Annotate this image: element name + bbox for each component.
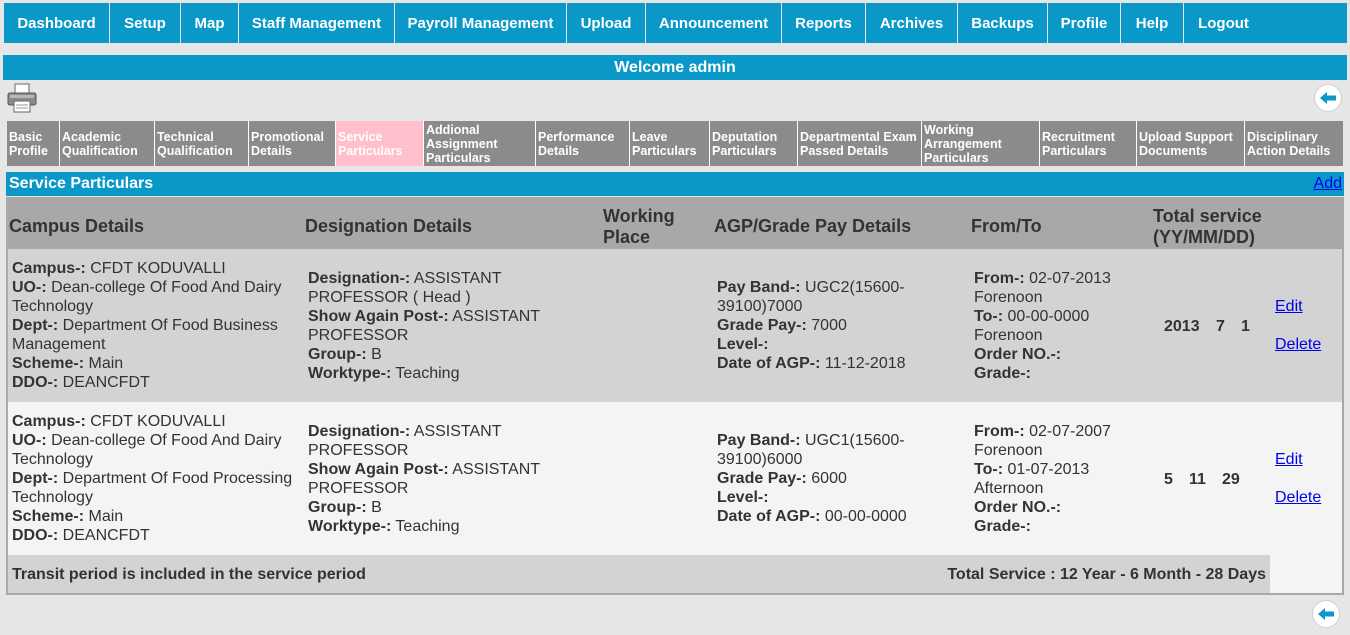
tab-departmental-exam[interactable]: Departmental Exam Passed Details — [798, 121, 922, 166]
delete-link[interactable]: Delete — [1275, 488, 1321, 507]
printer-icon[interactable] — [6, 83, 38, 113]
col-agp: AGP/Grade Pay Details — [714, 216, 912, 236]
tab-leave-particulars[interactable]: Leave Particulars — [630, 121, 710, 166]
nav-reports[interactable]: Reports — [782, 3, 866, 43]
col-from-to: From/To — [971, 216, 1042, 236]
nav-profile[interactable]: Profile — [1048, 3, 1121, 43]
profile-subtabs: Basic Profile Academic Qualification Tec… — [7, 121, 1343, 166]
service-months: 7 — [1216, 318, 1225, 335]
tab-basic-profile[interactable]: Basic Profile — [7, 121, 60, 166]
nav-help[interactable]: Help — [1121, 3, 1184, 43]
tab-technical-qualification[interactable]: Technical Qualification — [155, 121, 249, 166]
campus-details: Campus-: CFDT KODUVALLI UO-: Dean-colleg… — [12, 260, 282, 391]
table-footer: Transit period is included in the servic… — [8, 555, 1270, 593]
tab-disciplinary-action[interactable]: Disciplinary Action Details — [1245, 121, 1343, 166]
nav-payroll-management[interactable]: Payroll Management — [395, 3, 567, 43]
nav-archives[interactable]: Archives — [866, 3, 958, 43]
tab-service-particulars[interactable]: Service Particulars — [336, 121, 424, 166]
tab-academic-qualification[interactable]: Academic Qualification — [60, 121, 155, 166]
nav-logout[interactable]: Logout — [1184, 3, 1263, 43]
tab-additional-assignment[interactable]: Addional Assignment Particulars — [424, 121, 536, 166]
from-to-details: From-: 02-07-2013 Forenoon To-: 00-00-00… — [974, 270, 1111, 382]
transit-note: Transit period is included in the servic… — [12, 566, 366, 583]
service-years: 2013 — [1164, 318, 1200, 335]
tab-recruitment-particulars[interactable]: Recruitment Particulars — [1040, 121, 1137, 166]
delete-link[interactable]: Delete — [1275, 335, 1321, 354]
table-row: Campus-: CFDT KODUVALLI UO-: Dean-colleg… — [8, 402, 1342, 555]
add-link[interactable]: Add — [1314, 175, 1344, 193]
tab-performance-details[interactable]: Performance Details — [536, 121, 630, 166]
nav-staff-management[interactable]: Staff Management — [239, 3, 395, 43]
agp-details: Pay Band-: UGC1(15600-39100)6000 Grade P… — [717, 432, 907, 525]
top-nav: Dashboard Setup Map Staff Management Pay… — [4, 3, 1347, 43]
col-campus: Campus Details — [9, 216, 145, 236]
designation-details: Designation-: ASSISTANT PROFESSOR Show A… — [308, 423, 540, 535]
back-arrow-icon[interactable] — [1314, 84, 1342, 112]
nav-upload[interactable]: Upload — [567, 3, 646, 43]
from-to-details: From-: 02-07-2007 Forenoon To-: 01-07-20… — [974, 423, 1111, 535]
tab-working-arrangement[interactable]: Working Arrangement Particulars — [922, 121, 1040, 166]
table-row: Campus-: CFDT KODUVALLI UO-: Dean-colleg… — [8, 249, 1342, 402]
col-designation: Designation Details — [305, 216, 473, 236]
agp-details: Pay Band-: UGC2(15600-39100)7000 Grade P… — [717, 279, 906, 372]
designation-details: Designation-: ASSISTANT PROFESSOR ( Head… — [308, 270, 540, 382]
col-working-place: Working Place — [603, 206, 675, 247]
panel-header: Service Particulars Add — [6, 172, 1344, 196]
total-service: Total Service : 12 Year - 6 Month - 28 D… — [947, 566, 1266, 583]
nav-announcement[interactable]: Announcement — [646, 3, 782, 43]
nav-map[interactable]: Map — [181, 3, 239, 43]
edit-link[interactable]: Edit — [1275, 450, 1303, 469]
tab-deputation-particulars[interactable]: Deputation Particulars — [710, 121, 798, 166]
nav-setup[interactable]: Setup — [110, 3, 181, 43]
tab-promotional-details[interactable]: Promotional Details — [249, 121, 336, 166]
col-total-service: Total service (YY/MM/DD) — [1153, 206, 1262, 247]
table-header: Campus Details Designation Details Worki… — [8, 199, 1342, 249]
tab-upload-support-documents[interactable]: Upload Support Documents — [1137, 121, 1245, 166]
back-arrow-icon[interactable] — [1312, 600, 1340, 628]
panel-title: Service Particulars — [9, 175, 154, 192]
service-months: 11 — [1189, 471, 1206, 488]
nav-dashboard[interactable]: Dashboard — [4, 3, 110, 43]
service-years: 5 — [1164, 471, 1173, 488]
campus-details: Campus-: CFDT KODUVALLI UO-: Dean-colleg… — [12, 413, 293, 544]
welcome-banner: Welcome admin — [3, 55, 1347, 80]
service-days: 1 — [1241, 318, 1250, 335]
service-table: Campus Details Designation Details Worki… — [6, 197, 1344, 595]
service-days: 29 — [1222, 471, 1240, 488]
nav-backups[interactable]: Backups — [958, 3, 1048, 43]
edit-link[interactable]: Edit — [1275, 297, 1303, 316]
